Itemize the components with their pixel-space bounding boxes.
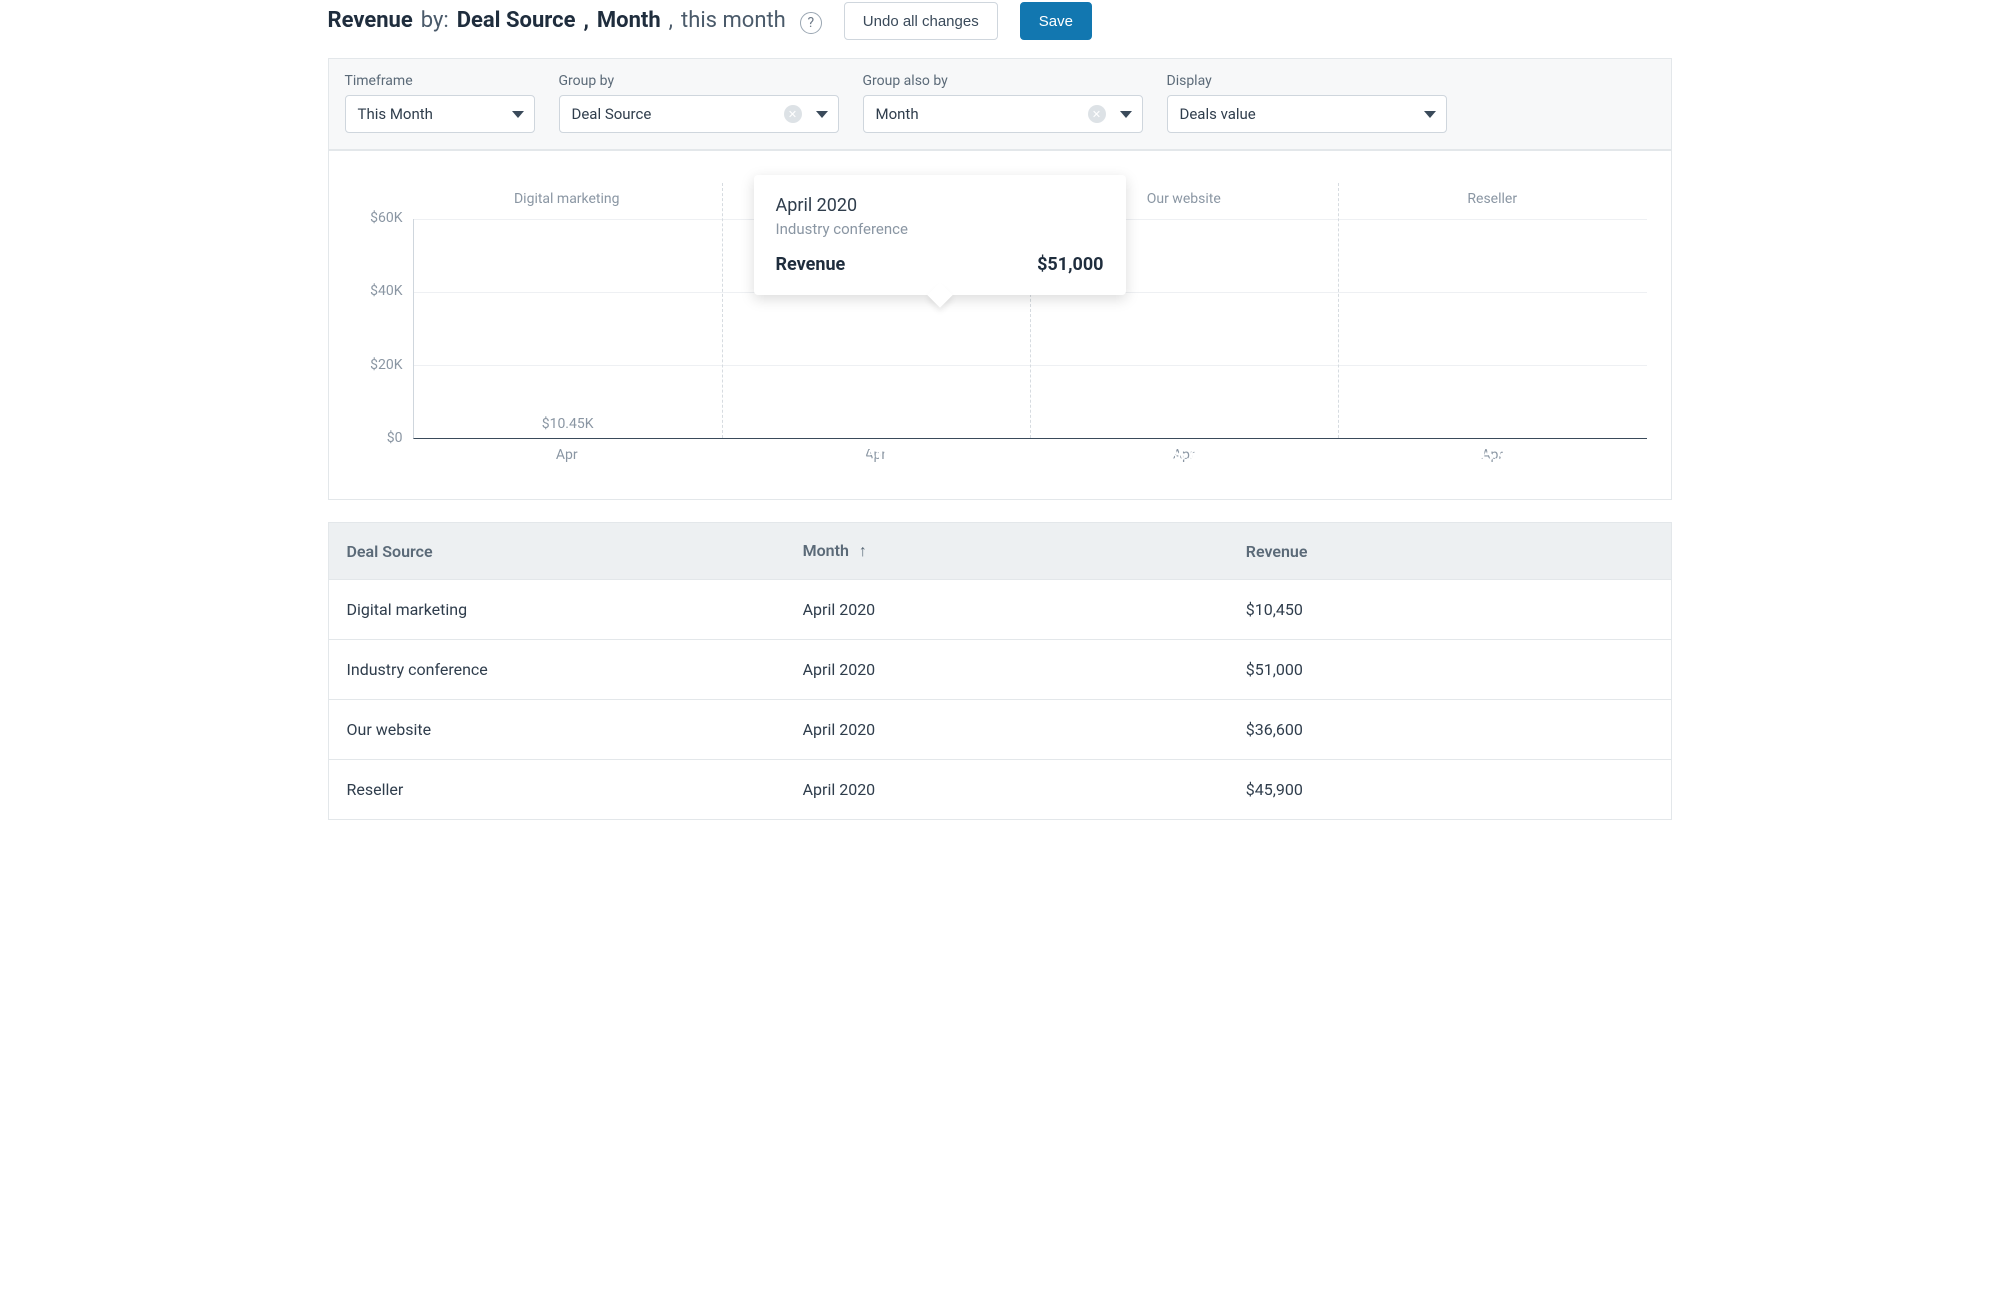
cell-revenue: $10,450 xyxy=(1228,580,1671,640)
help-icon[interactable]: ? xyxy=(800,12,822,34)
title-by: by: xyxy=(421,8,449,33)
cell-source: Digital marketing xyxy=(328,580,785,640)
cell-source: Reseller xyxy=(328,760,785,820)
cell-revenue: $36,600 xyxy=(1228,700,1671,760)
title-dim2: Month xyxy=(597,8,661,33)
cell-month: April 2020 xyxy=(785,760,1228,820)
data-table: Deal Source Month ↑ Revenue Digital mark… xyxy=(328,522,1672,820)
clear-icon[interactable]: ✕ xyxy=(1088,105,1106,123)
chevron-down-icon xyxy=(1120,111,1132,118)
table-row[interactable]: Our website April 2020 $36,600 xyxy=(328,700,1671,760)
filter-timeframe-label: Timeframe xyxy=(345,73,535,89)
th-month-label: Month xyxy=(803,541,849,560)
display-select[interactable]: Deals value xyxy=(1167,95,1447,133)
y-tick: $40K xyxy=(370,283,402,299)
title-comma: , xyxy=(583,8,588,33)
groupalso-value: Month xyxy=(876,105,1078,123)
display-value: Deals value xyxy=(1180,105,1414,123)
report-title: Revenue by: Deal Source , Month , this m… xyxy=(328,8,822,34)
tooltip-pointer-icon xyxy=(927,282,952,307)
table-row[interactable]: Reseller April 2020 $45,900 xyxy=(328,760,1671,820)
tooltip-subtitle: Industry conference xyxy=(776,220,1104,238)
y-tick: $20K xyxy=(370,357,402,373)
filter-groupalso-label: Group also by xyxy=(863,73,1143,89)
undo-button[interactable]: Undo all changes xyxy=(844,2,998,40)
chevron-down-icon xyxy=(512,111,524,118)
filter-timeframe: Timeframe This Month xyxy=(345,73,535,133)
bar-label: $10.45K xyxy=(447,416,687,438)
clear-icon[interactable]: ✕ xyxy=(784,105,802,123)
filter-groupalso: Group also by Month ✕ xyxy=(863,73,1143,133)
filter-groupby-label: Group by xyxy=(559,73,839,89)
tooltip-metric-label: Revenue xyxy=(776,254,846,275)
groupby-value: Deal Source xyxy=(572,105,774,123)
cell-revenue: $51,000 xyxy=(1228,640,1671,700)
filter-display-label: Display xyxy=(1167,73,1447,89)
chart-panel: Digital marketing Our website Reseller $… xyxy=(328,150,1672,500)
chart-area: $60K $40K $20K $0 $10.45K xyxy=(353,219,1647,439)
x-tick: Apr xyxy=(413,447,722,463)
group-title: Digital marketing xyxy=(413,191,722,207)
filter-display: Display Deals value xyxy=(1167,73,1447,133)
bar-label: $45.9K xyxy=(1372,448,1612,464)
th-month[interactable]: Month ↑ xyxy=(785,523,1228,580)
th-deal-source[interactable]: Deal Source xyxy=(328,523,785,580)
timeframe-select[interactable]: This Month xyxy=(345,95,535,133)
cell-source: Industry conference xyxy=(328,640,785,700)
groupalso-select[interactable]: Month ✕ xyxy=(863,95,1143,133)
tooltip-title: April 2020 xyxy=(776,195,1104,216)
th-revenue[interactable]: Revenue xyxy=(1228,523,1671,580)
sort-asc-icon: ↑ xyxy=(859,541,867,561)
tooltip-metric-value: $51,000 xyxy=(1037,254,1103,275)
cell-month: April 2020 xyxy=(785,580,1228,640)
chevron-down-icon xyxy=(816,111,828,118)
title-range: this month xyxy=(681,8,786,33)
table-row[interactable]: Industry conference April 2020 $51,000 xyxy=(328,640,1671,700)
cell-month: April 2020 xyxy=(785,640,1228,700)
chart-tooltip: April 2020 Industry conference Revenue $… xyxy=(754,175,1126,295)
title-metric: Revenue xyxy=(328,8,413,33)
save-button[interactable]: Save xyxy=(1020,2,1092,40)
title-dim1: Deal Source xyxy=(457,8,576,33)
y-tick: $0 xyxy=(387,430,403,446)
title-comma2: , xyxy=(669,8,673,33)
chevron-down-icon xyxy=(1424,111,1436,118)
bar-label: $36.6K xyxy=(1064,448,1304,464)
table-row[interactable]: Digital marketing April 2020 $10,450 xyxy=(328,580,1671,640)
filter-bar: Timeframe This Month Group by Deal Sourc… xyxy=(328,58,1672,150)
timeframe-value: This Month xyxy=(358,105,502,123)
chart-plot[interactable]: $10.45K $51K $36.6K xyxy=(413,219,1647,439)
groupby-select[interactable]: Deal Source ✕ xyxy=(559,95,839,133)
group-title: Reseller xyxy=(1338,191,1647,207)
y-tick: $60K xyxy=(370,210,402,226)
bar-label: $51K xyxy=(756,448,996,464)
cell-source: Our website xyxy=(328,700,785,760)
th-revenue-label: Revenue xyxy=(1246,542,1308,561)
cell-month: April 2020 xyxy=(785,700,1228,760)
y-axis: $60K $40K $20K $0 xyxy=(353,219,413,439)
cell-revenue: $45,900 xyxy=(1228,760,1671,820)
report-header: Revenue by: Deal Source , Month , this m… xyxy=(328,0,1672,58)
th-deal-source-label: Deal Source xyxy=(347,542,433,561)
filter-groupby: Group by Deal Source ✕ xyxy=(559,73,839,133)
